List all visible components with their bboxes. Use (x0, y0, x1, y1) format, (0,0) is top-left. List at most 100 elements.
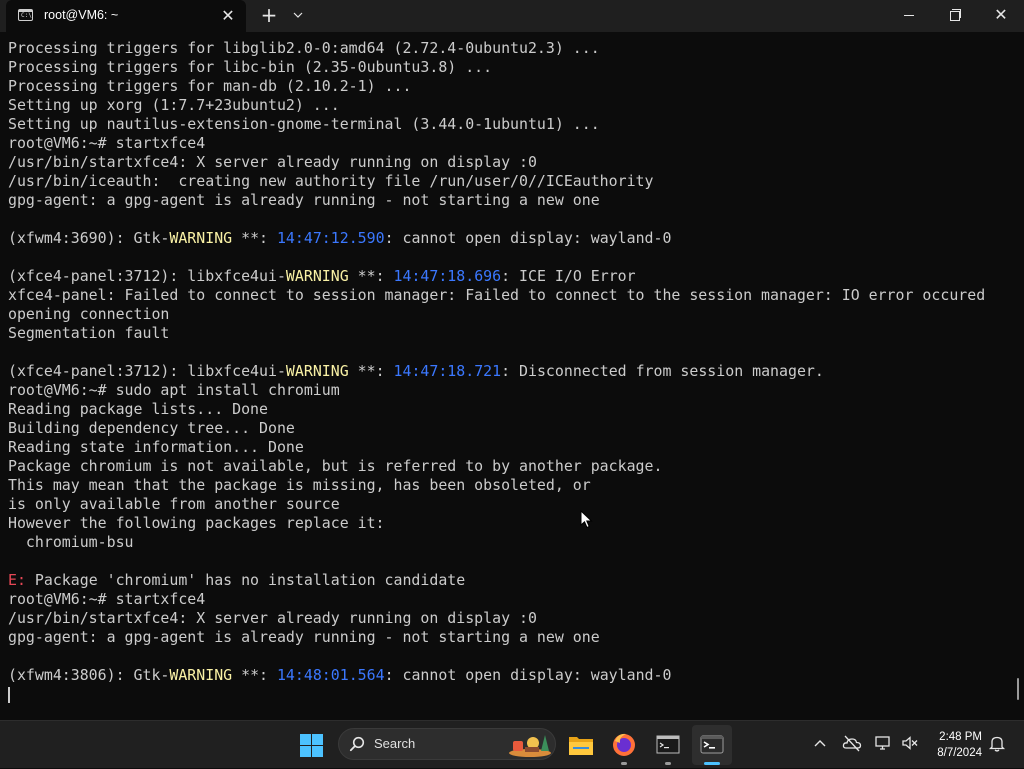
terminal-text: Setting up xorg (1:7.7+23ubuntu2) ... (8, 96, 340, 114)
terminal-line: (xfce4-panel:3712): libxfce4ui-WARNING *… (8, 362, 824, 381)
network-tray-button[interactable] (874, 733, 894, 753)
terminal-ts-text: 14:47:12.590 (276, 229, 385, 247)
terminal-text: (xfwm4:3690): Gtk- (8, 229, 170, 247)
windows-terminal-button[interactable] (692, 725, 732, 765)
terminal-text: /usr/bin/startxfce4: X server already ru… (8, 153, 537, 171)
file-explorer-button[interactable] (561, 725, 601, 765)
terminal-line: gpg-agent: a gpg-agent is already runnin… (8, 628, 600, 647)
active-indicator (704, 762, 720, 765)
terminal-text: Processing triggers for libc-bin (2.35-0… (8, 58, 493, 76)
tab-close-button[interactable]: ✕ (218, 6, 238, 26)
terminal-text: However the following packages replace i… (8, 514, 385, 532)
chevron-up-icon (814, 740, 826, 747)
terminal-warn-text: WARNING (285, 267, 349, 285)
command-prompt-icon (656, 735, 680, 754)
terminal-text: opening connection (8, 305, 170, 323)
terminal-ts-text: 14:48:01.564 (276, 666, 385, 684)
terminal-warn-text: WARNING (285, 362, 349, 380)
terminal-text: (xfwm4:3806): Gtk- (8, 666, 170, 684)
terminal-warn-text: WARNING (169, 229, 233, 247)
terminal-line: Setting up nautilus-extension-gnome-term… (8, 115, 600, 134)
notifications-button[interactable] (987, 733, 1007, 753)
show-hidden-icons-button[interactable] (810, 733, 830, 753)
terminal-text: Processing triggers for man-db (2.10.2-1… (8, 77, 412, 95)
windows-start-icon (300, 734, 323, 757)
terminal-line: Reading state information... Done (8, 438, 304, 457)
terminal-line: Processing triggers for libc-bin (2.35-0… (8, 58, 492, 77)
terminal-line: /usr/bin/startxfce4: X server already ru… (8, 153, 537, 172)
terminal-text: gpg-agent: a gpg-agent is already runnin… (8, 628, 600, 646)
volume-muted-icon (902, 736, 918, 750)
terminal-line: Processing triggers for man-db (2.10.2-1… (8, 77, 411, 96)
tab-title: root@VM6: ~ (44, 8, 119, 22)
firefox-button[interactable] (604, 725, 644, 765)
terminal-text: This may mean that the package is missin… (8, 476, 591, 494)
terminal-text: **: (348, 362, 394, 380)
mouse-pointer-icon (580, 510, 593, 529)
text-cursor (8, 687, 10, 703)
terminal-text: Building dependency tree... Done (8, 419, 295, 437)
terminal-text: root@VM6:~# startxfce4 (8, 134, 206, 152)
command-prompt-button[interactable] (648, 725, 688, 765)
minimize-button[interactable] (886, 0, 932, 32)
terminal-line: Package chromium is not available, but i… (8, 457, 662, 476)
terminal-line: root@VM6:~# startxfce4 (8, 590, 205, 609)
terminal-text: Reading state information... Done (8, 438, 304, 456)
terminal-line: Setting up xorg (1:7.7+23ubuntu2) ... (8, 96, 340, 115)
terminal-text: **: (232, 229, 277, 247)
terminal-line: E: Package 'chromium' has no installatio… (8, 571, 465, 590)
network-icon (875, 736, 890, 750)
terminal-tab[interactable]: C:\ root@VM6: ~ ✕ (6, 0, 246, 32)
terminal-text: /usr/bin/startxfce4: X server already ru… (8, 609, 537, 627)
search-label: Search (374, 736, 416, 751)
terminal-output[interactable]: Processing triggers for libglib2.0-0:amd… (0, 38, 1016, 720)
terminal-text: Package 'chromium' has no installation c… (25, 571, 466, 589)
terminal-text: : ICE I/O Error (501, 267, 636, 285)
terminal-text: Processing triggers for libglib2.0-0:amd… (8, 39, 600, 57)
firefox-icon (613, 733, 635, 756)
terminal-line: /usr/bin/iceauth: creating new authority… (8, 172, 653, 191)
terminal-text: Reading package lists... Done (8, 400, 268, 418)
windows-terminal-icon (700, 735, 724, 754)
terminal-ts-text: 14:47:18.696 (393, 267, 502, 285)
chevron-down-icon (293, 12, 303, 18)
terminal-line: However the following packages replace i… (8, 514, 385, 533)
terminal-text: is only available from another source (8, 495, 340, 513)
bell-icon (988, 736, 1006, 752)
terminal-text: root@VM6:~# startxfce4 (8, 590, 206, 608)
onedrive-offline-icon (842, 735, 862, 752)
terminal-line: This may mean that the package is missin… (8, 476, 591, 495)
terminal-line: Building dependency tree... Done (8, 419, 295, 438)
start-button[interactable] (292, 725, 332, 765)
terminal-text: (xfce4-panel:3712): libxfce4ui- (8, 267, 286, 285)
terminal-line: /usr/bin/startxfce4: X server already ru… (8, 609, 537, 628)
terminal-text: /usr/bin/iceauth: creating new authority… (8, 172, 654, 190)
scrollbar-thumb[interactable] (1017, 678, 1019, 700)
terminal-line: root@VM6:~# sudo apt install chromium (8, 381, 340, 400)
onedrive-tray-button[interactable] (842, 733, 862, 753)
terminal-text: : cannot open display: wayland-0 (384, 229, 672, 247)
search-box[interactable]: Search (338, 728, 556, 760)
terminal-text: (xfce4-panel:3712): libxfce4ui- (8, 362, 286, 380)
terminal-text: xfce4-panel: Failed to connect to sessio… (8, 286, 986, 304)
terminal-line: Segmentation fault (8, 324, 169, 343)
terminal-text: root@VM6:~# sudo apt install chromium (8, 381, 340, 399)
terminal-line: xfce4-panel: Failed to connect to sessio… (8, 286, 985, 305)
terminal-ts-text: 14:47:18.721 (393, 362, 502, 380)
volume-tray-button[interactable] (900, 733, 920, 753)
terminal-text: gpg-agent: a gpg-agent is already runnin… (8, 191, 600, 209)
terminal-line: (xfce4-panel:3712): libxfce4ui-WARNING *… (8, 267, 636, 286)
terminal-line: Reading package lists... Done (8, 400, 268, 419)
close-window-button[interactable]: ✕ (978, 0, 1024, 32)
terminal-text: Segmentation fault (8, 324, 170, 342)
tab-dropdown-button[interactable] (288, 4, 308, 26)
open-indicator (665, 762, 671, 765)
terminal-text: Setting up nautilus-extension-gnome-term… (8, 115, 600, 133)
new-tab-button[interactable]: + (258, 4, 280, 26)
system-clock[interactable]: 2:48 PM 8/7/2024 (926, 729, 982, 761)
terminal-line: (xfwm4:3690): Gtk-WARNING **: 14:47:12.5… (8, 229, 671, 248)
terminal-line: is only available from another source (8, 495, 340, 514)
restore-button[interactable] (932, 0, 978, 32)
terminal-text: Package chromium is not available, but i… (8, 457, 663, 475)
folder-icon (569, 737, 593, 755)
